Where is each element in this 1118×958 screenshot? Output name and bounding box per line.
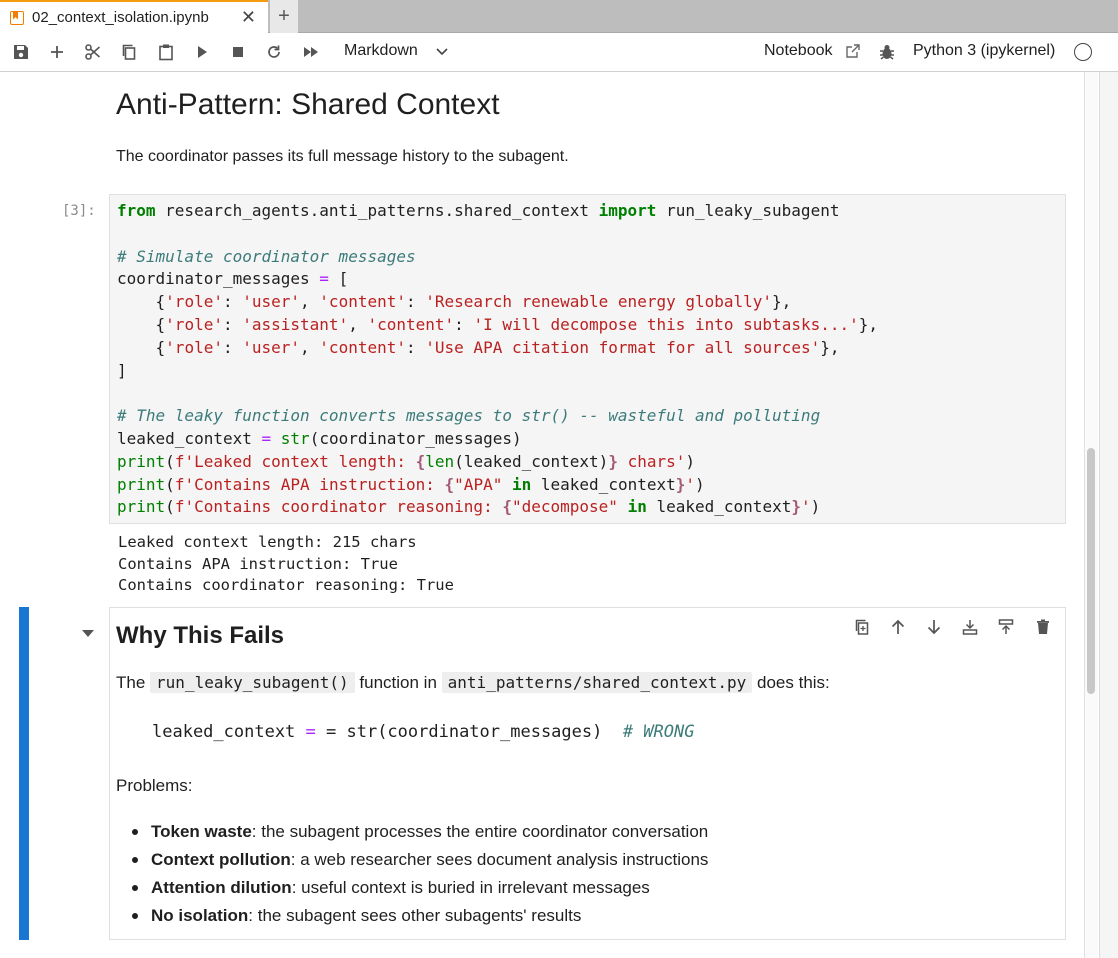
- markdown-paragraph: The run_leaky_subagent() function in ant…: [116, 672, 830, 693]
- kernel-name[interactable]: Python 3 (ipykernel): [913, 42, 1055, 60]
- duplicate-cell-icon[interactable]: [852, 617, 872, 637]
- chevron-down-icon[interactable]: [434, 44, 450, 60]
- code-editor[interactable]: from research_agents.anti_patterns.share…: [117, 200, 878, 519]
- copy-icon[interactable]: [117, 40, 141, 64]
- insert-above-icon[interactable]: [960, 617, 980, 637]
- list-item-text: : useful context is buried in irrelevant…: [291, 878, 650, 897]
- markdown-code-block: leaked_context = = str(coordinator_messa…: [152, 722, 695, 742]
- insert-below-icon[interactable]: [996, 617, 1016, 637]
- list-item-text: : the subagent sees other subagents' res…: [248, 906, 582, 925]
- external-link-icon[interactable]: [845, 43, 861, 59]
- collapse-heading-icon[interactable]: [82, 630, 94, 637]
- code-comment: # WRONG: [622, 722, 695, 742]
- run-icon[interactable]: [190, 40, 214, 64]
- open-notebook-link[interactable]: Notebook: [764, 42, 833, 60]
- list-item: Token waste: the subagent processes the …: [132, 820, 708, 848]
- move-down-icon[interactable]: [924, 617, 944, 637]
- inline-code: anti_patterns/shared_context.py: [441, 672, 753, 693]
- tab-bar: 02_context_isolation.ipynb ✕ +: [0, 0, 1118, 33]
- add-cell-icon[interactable]: [45, 40, 69, 64]
- cell-collapser[interactable]: [19, 607, 29, 940]
- right-sidebar: [1099, 72, 1118, 958]
- restart-icon[interactable]: [262, 40, 286, 64]
- delete-cell-icon[interactable]: [1033, 617, 1053, 637]
- close-icon[interactable]: ✕: [241, 7, 256, 27]
- list-item-text: : a web researcher sees document analysi…: [290, 850, 709, 869]
- markdown-heading: Why This Fails: [116, 622, 285, 649]
- output-line: Leaked context length: 215 chars: [118, 533, 417, 551]
- list-item: Attention dilution: useful context is bu…: [132, 876, 708, 904]
- notebook-toolbar: Markdown Notebook Python 3 (ipykernel): [0, 33, 1118, 72]
- text-span: does this:: [757, 673, 830, 692]
- bug-icon[interactable]: [878, 43, 896, 61]
- inline-code: run_leaky_subagent(): [150, 672, 355, 693]
- list-item-term: Context pollution: [151, 850, 291, 869]
- list-item-term: Attention dilution: [151, 878, 292, 897]
- fast-forward-icon[interactable]: [299, 40, 323, 64]
- notebook-icon: [10, 10, 24, 25]
- save-icon[interactable]: [9, 40, 33, 64]
- output-line: Contains APA instruction: True: [118, 554, 398, 573]
- code-text: = str(coordinator_messages): [315, 722, 623, 742]
- problems-label: Problems:: [116, 776, 193, 795]
- new-tab-button[interactable]: +: [270, 0, 298, 33]
- tab-title: 02_context_isolation.ipynb: [32, 9, 209, 26]
- list-item: Context pollution: a web researcher sees…: [132, 848, 708, 876]
- execution-count: [3]:: [62, 203, 96, 219]
- kernel-status-icon: [1074, 43, 1092, 61]
- move-up-icon[interactable]: [888, 617, 908, 637]
- code-cell-output: Leaked context length: 215 chars Contains…: [118, 532, 454, 597]
- cut-icon[interactable]: [81, 40, 105, 64]
- scrollbar-thumb[interactable]: [1087, 448, 1095, 694]
- text-span: The: [116, 673, 146, 692]
- code-text: leaked_context: [152, 722, 296, 742]
- section-heading: Anti-Pattern: Shared Context: [116, 88, 500, 121]
- stop-icon[interactable]: [226, 40, 250, 64]
- list-item-term: No isolation: [151, 906, 249, 925]
- list-item: No isolation: the subagent sees other su…: [132, 904, 708, 932]
- notebook-tab[interactable]: 02_context_isolation.ipynb ✕: [0, 0, 268, 33]
- problems-list: Token waste: the subagent processes the …: [132, 820, 708, 932]
- output-line: Contains coordinator reasoning: True: [118, 576, 454, 594]
- text-span: function in: [359, 673, 437, 692]
- section-description: The coordinator passes its full message …: [116, 148, 569, 165]
- paste-icon[interactable]: [154, 40, 178, 64]
- list-item-text: : the subagent processes the entire coor…: [251, 822, 709, 841]
- cell-type-select[interactable]: Markdown: [344, 42, 418, 60]
- list-item-term: Token waste: [151, 822, 252, 841]
